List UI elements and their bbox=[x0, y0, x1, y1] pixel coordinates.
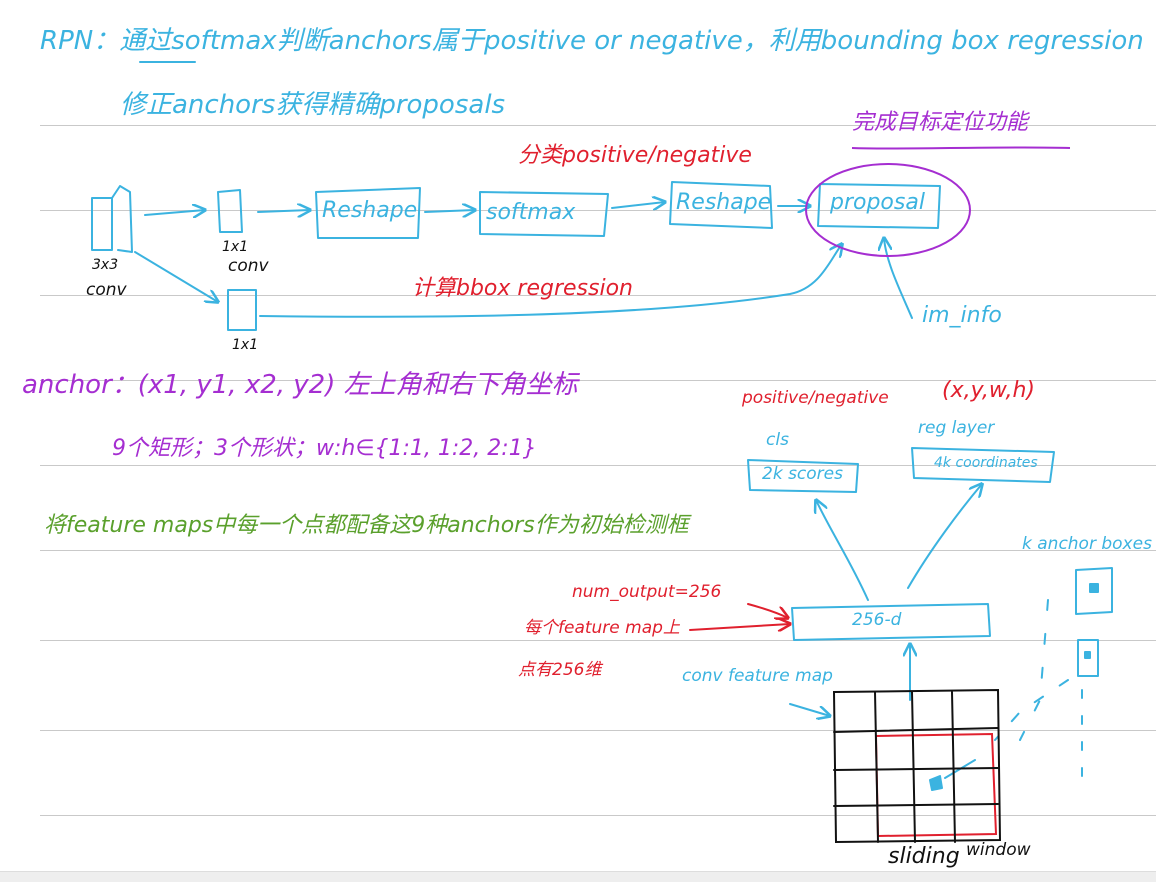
anchor-definition: anchor：(x1, y1, x2, y2) 左上角和右下角坐标 bbox=[22, 370, 578, 400]
arrow-to-reshape2 bbox=[611, 202, 665, 208]
xywh-label: (x,y,w,h) bbox=[942, 378, 1036, 403]
anchor-count: 9个矩形；3个形状；w:h∈{1:1, 1:2, 2:1} bbox=[112, 436, 537, 461]
bottom-scroll-bar bbox=[0, 871, 1156, 882]
sliding-label: sliding bbox=[888, 844, 960, 869]
reg-layer-label: reg layer bbox=[918, 418, 995, 438]
arrow-to-conv1x1 bbox=[144, 210, 205, 215]
feature-grid-v3 bbox=[951, 691, 956, 843]
softmax-label: softmax bbox=[486, 200, 576, 225]
classify-note: 分类positive/negative bbox=[518, 143, 752, 168]
im-info-arrow bbox=[884, 238, 913, 319]
conv3x3-label: 3x3 bbox=[92, 257, 119, 273]
feature-grid-h1 bbox=[833, 727, 999, 733]
cls-score-text: 2k scores bbox=[762, 464, 843, 484]
conv1x1-top-block bbox=[217, 189, 243, 233]
im-info-label: im_info bbox=[922, 303, 1002, 328]
bbox-regression-note: 计算bbox regression bbox=[412, 276, 633, 301]
arrow-to-cls bbox=[816, 500, 869, 601]
feature-grid-h3 bbox=[833, 803, 999, 807]
arrow-to-conv1x1-bottom bbox=[134, 251, 218, 302]
cls-label: cls bbox=[766, 430, 789, 450]
conv1x1-bottom-label: 1x1 bbox=[232, 337, 259, 353]
proposal-label: proposal bbox=[830, 190, 925, 215]
feature-grid-h2 bbox=[833, 767, 999, 771]
reshape-label: Reshape bbox=[322, 198, 418, 223]
func-note-underline bbox=[851, 146, 1071, 150]
arrow-to-reg bbox=[907, 484, 982, 589]
per-point-line-2: 点有256维 bbox=[518, 660, 602, 680]
anchor-dashes-mid bbox=[994, 679, 1069, 741]
conv3x3-sub-label: conv bbox=[86, 280, 127, 300]
conv3x3-block bbox=[91, 185, 133, 253]
reshape2-label: Reshape bbox=[676, 190, 772, 215]
note-line-2: 修正anchors获得精确proposals bbox=[120, 90, 506, 120]
conv1x1-top-label: 1x1 bbox=[222, 239, 249, 255]
conv1x1-top-sub-label: conv bbox=[228, 256, 269, 276]
conv1x1-bottom-block bbox=[227, 289, 257, 331]
feature-256d-text: 256-d bbox=[852, 610, 902, 630]
function-note: 完成目标定位功能 bbox=[852, 110, 1029, 135]
num-output-label: num_output=256 bbox=[572, 582, 722, 602]
window-center-dot bbox=[929, 775, 943, 791]
feature-grid-frame bbox=[832, 688, 1002, 844]
arrow-to-reshape bbox=[257, 210, 310, 212]
note-line-1: RPN：通过softmax判断anchors属于positive or nega… bbox=[40, 26, 1144, 56]
k-anchor-boxes-label: k anchor boxes bbox=[1022, 534, 1152, 554]
per-point-arrow bbox=[689, 624, 790, 630]
feature-map-note: 将feature maps中每一个点都配备这9种anchors作为初始检测框 bbox=[44, 513, 689, 538]
window-label: window bbox=[966, 840, 1031, 860]
arrow-to-softmax bbox=[424, 210, 475, 212]
num-output-arrow bbox=[747, 603, 788, 618]
positive-negative-label: positive/negative bbox=[742, 388, 889, 408]
note-page: RPN：通过softmax判断anchors属于positive or nega… bbox=[0, 0, 1156, 882]
anchor-box-tall-dot bbox=[1084, 651, 1091, 659]
per-point-line-1: 每个feature map上 bbox=[524, 618, 680, 638]
conv-feature-map-pointer bbox=[789, 703, 830, 716]
conv-feature-map-label: conv feature map bbox=[682, 666, 833, 686]
reg-coord-text: 4k coordinates bbox=[934, 455, 1038, 471]
anchor-box-square-dot bbox=[1089, 583, 1099, 593]
anchor-dashes-left bbox=[1019, 599, 1049, 741]
feature-grid-v2 bbox=[911, 691, 916, 843]
